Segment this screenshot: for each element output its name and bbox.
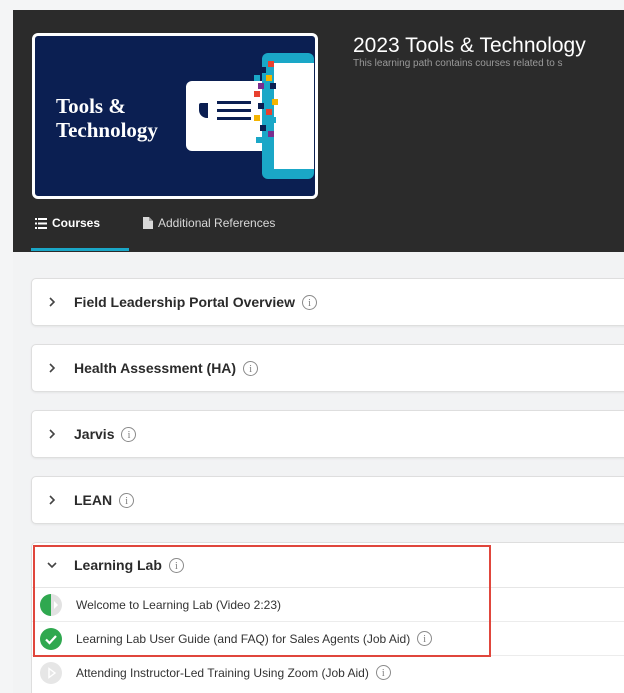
not-started-play-icon: [40, 661, 62, 684]
course-item-title: Attending Instructor-Led Training Using …: [76, 665, 369, 680]
info-icon[interactable]: i: [243, 360, 259, 376]
pixel-frame-illustration: [254, 53, 314, 179]
learning-path-header: Tools & Technology 2023 Tools & Technolo…: [13, 10, 624, 252]
chevron-right-icon: [49, 297, 56, 307]
course-card-lean[interactable]: LEAN i: [31, 476, 624, 524]
info-icon[interactable]: i: [375, 665, 391, 680]
document-icon: [143, 217, 153, 229]
tab-additional-references-label: Additional References: [158, 216, 276, 230]
chevron-down-icon: [47, 562, 57, 569]
learning-path-description: This learning path contains courses rela…: [353, 58, 563, 69]
info-icon[interactable]: i: [417, 631, 433, 646]
chevron-right-icon: [49, 429, 56, 439]
info-icon[interactable]: i: [121, 426, 137, 442]
list-item[interactable]: Welcome to Learning Lab (Video 2:23): [32, 588, 624, 622]
info-icon[interactable]: i: [301, 294, 317, 310]
list-item[interactable]: Learning Lab User Guide (and FAQ) for Sa…: [32, 622, 624, 656]
learning-path-tabs: Courses Additional References: [13, 210, 624, 252]
tab-additional-references[interactable]: Additional References: [143, 216, 275, 230]
chevron-right-icon: [49, 363, 56, 373]
thumbnail-title: Tools & Technology: [56, 94, 158, 142]
course-card-learning-lab: Learning Lab i Welcome to Learning Lab (…: [31, 542, 624, 693]
course-item-title: Welcome to Learning Lab (Video 2:23): [76, 597, 282, 612]
course-title: Jarvis: [74, 426, 115, 442]
learning-path-title: 2023 Tools & Technology: [353, 34, 586, 57]
course-title: Health Assessment (HA): [74, 360, 237, 376]
active-tab-indicator: [31, 248, 129, 251]
tab-courses-label: Courses: [52, 216, 101, 230]
course-card-jarvis[interactable]: Jarvis i: [31, 410, 624, 458]
tab-courses[interactable]: Courses: [35, 216, 100, 230]
in-progress-status-icon: [40, 593, 62, 616]
completed-check-icon: [40, 627, 62, 650]
learning-path-thumbnail: Tools & Technology: [32, 33, 318, 199]
info-icon[interactable]: i: [119, 492, 135, 508]
chevron-right-icon: [49, 495, 56, 505]
list-icon: [35, 217, 47, 229]
list-item[interactable]: Attending Instructor-Led Training Using …: [32, 656, 624, 689]
course-header-learning-lab[interactable]: Learning Lab i: [32, 543, 624, 588]
course-card-health-assessment[interactable]: Health Assessment (HA) i: [31, 344, 624, 392]
course-title: LEAN: [74, 492, 113, 508]
course-item-title: Learning Lab User Guide (and FAQ) for Sa…: [76, 631, 411, 646]
course-card-field-leadership-portal[interactable]: Field Leadership Portal Overview i: [31, 278, 624, 326]
info-icon[interactable]: i: [168, 557, 184, 573]
course-title: Learning Lab: [74, 557, 162, 573]
course-title: Field Leadership Portal Overview: [74, 294, 295, 310]
learning-path-page: Tools & Technology 2023 Tools & Technolo…: [13, 10, 624, 693]
